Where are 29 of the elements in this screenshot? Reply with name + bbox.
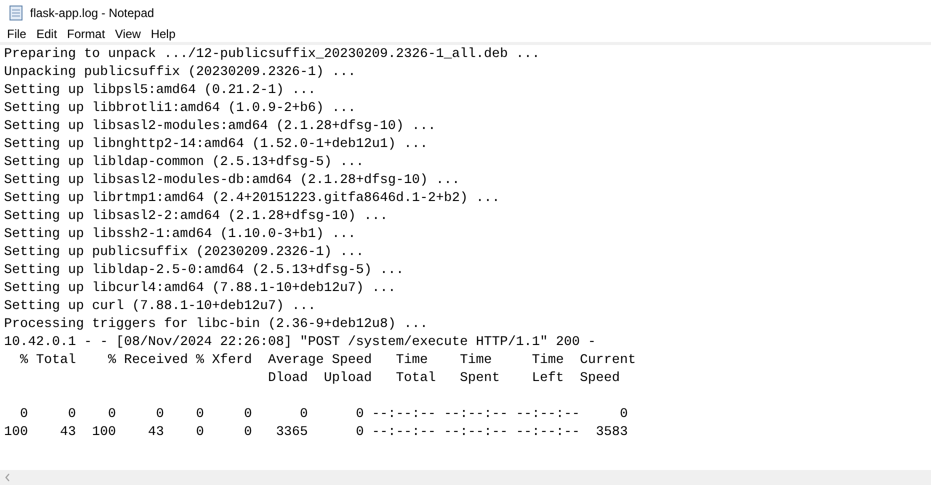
log-line: Setting up libsasl2-2:amd64 (2.1.28+dfsg-10) ... [4,208,388,226]
log-line: Setting up libldap-2.5-0:amd64 (2.5.13+dfsg-5) ... [4,262,404,280]
window-title: flask-app.log - Notepad [30,4,154,22]
log-line: Unpacking publicsuffix (20230209.2326-1) ... [4,64,356,82]
menu-item[interactable]: File [2,24,32,42]
log-line: Setting up libssh2-1:amd64 (1.10.0-3+b1) ... [4,226,356,244]
log-line: Dload Upload Total Spent Left Speed [266,370,620,388]
log-line: Setting up libpsl5:amd64 (0.21.2-1) ... [4,82,316,100]
log-line: 0 0 0 0 0 0 0 0 --:--:-- --:--:-- --:--:-- 0 [18,406,628,424]
menu-item[interactable]: View [110,24,146,42]
horizontal-scrollbar[interactable] [0,470,931,485]
log-line: Preparing to unpack .../12-publicsuffix_20230209.2326-1_all.deb ... [4,46,540,64]
log-line: % Total % Received % Xferd Average Speed Time Time Time Current [18,352,636,370]
log-line: Processing triggers for libc-bin (2.36-9+deb12u8) ... [4,316,428,334]
log-line: Setting up librtmp1:amd64 (2.4+20151223.gitfa8646d.1-2+b2) ... [4,190,500,208]
menu-item[interactable]: Format [62,24,110,42]
log-line: Setting up libldap-common (2.5.13+dfsg-5) ... [4,154,364,172]
log-line: Setting up libsasl2-modules-db:amd64 (2.1.28+dfsg-10) ... [4,172,460,190]
log-line: Setting up publicsuffix (20230209.2326-1) ... [4,244,364,262]
log-line: Setting up libcurl4:amd64 (7.88.1-10+deb12u7) ... [4,280,396,298]
log-line: 100 43 100 43 0 0 3365 0 --:--:-- --:--:-- --:--:-- 3583 [4,424,628,442]
menu-item[interactable]: Edit [31,24,62,42]
log-line: Setting up libnghttp2-14:amd64 (1.52.0-1+deb12u1) ... [4,136,428,154]
log-line: Setting up libsasl2-modules:amd64 (2.1.28+dfsg-10) ... [4,118,436,136]
log-line: Setting up libbrotli1:amd64 (1.0.9-2+b6) ... [4,100,356,118]
menu-item[interactable]: Help [146,24,181,42]
log-line: Setting up curl (7.88.1-10+deb12u7) ... [4,298,316,316]
notepad-icon [8,4,24,20]
log-line: 10.42.0.1 - - [08/Nov/2024 22:26:08] "POST /system/execute HTTP/1.1" 200 - [4,334,596,352]
